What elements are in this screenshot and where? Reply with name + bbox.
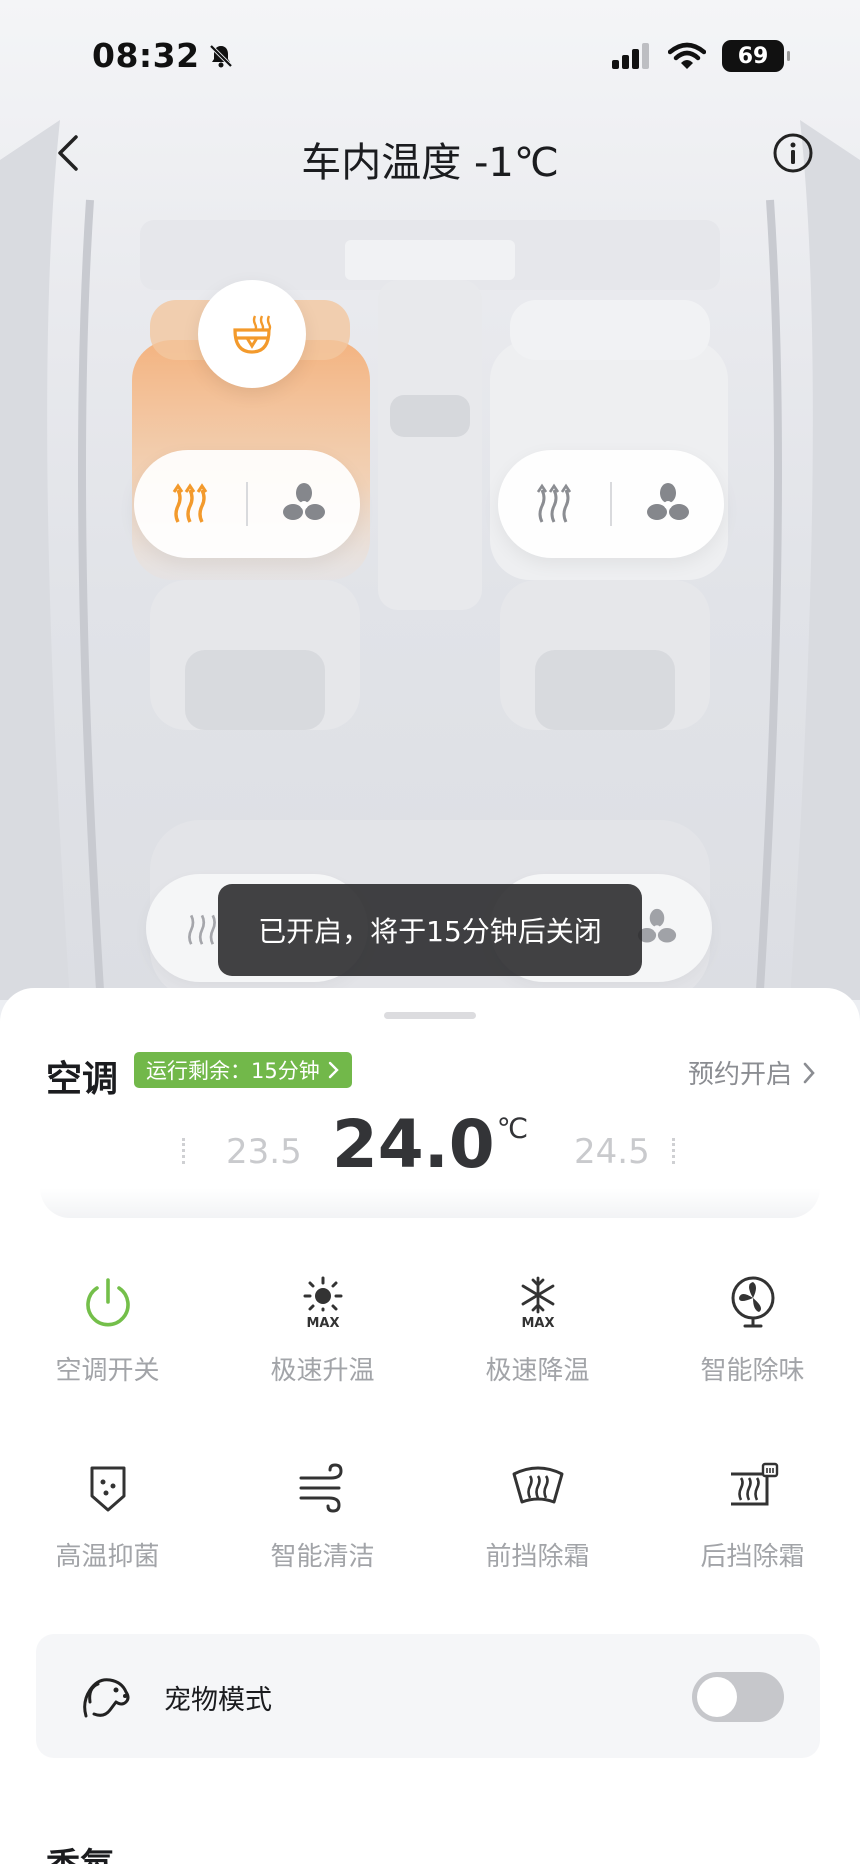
- function-label: 极速升温: [270, 1356, 375, 1386]
- toast-message: 已开启，将于15分钟后关闭: [218, 884, 642, 976]
- front-right-seat-heat-button[interactable]: [498, 450, 610, 558]
- function-label: 高温抑菌: [55, 1542, 160, 1572]
- toggle-knob: [697, 1677, 737, 1717]
- steering-wheel-heat-icon: [233, 315, 272, 354]
- chevron-right-icon: [803, 1062, 815, 1083]
- sun-max-icon: MAX: [303, 1276, 342, 1330]
- ac-section-title: 空调: [46, 1059, 119, 1100]
- info-button[interactable]: [768, 128, 818, 178]
- climate-control-sheet: 空调 运行剩余：15分钟 预约开启 23.5 24.0℃ 24.5 空调开关 M…: [0, 988, 860, 1864]
- status-indicators: 69: [612, 40, 790, 72]
- ac-power-button[interactable]: 空调开关: [0, 1268, 215, 1454]
- schedule-start-link[interactable]: 预约开启: [688, 1054, 816, 1091]
- rear-defrost-icon: [730, 1462, 778, 1506]
- snowflake-max-icon: MAX: [521, 1276, 554, 1330]
- rear-defrost-button[interactable]: 后挡除霜: [645, 1454, 860, 1640]
- sheet-drag-handle[interactable]: [384, 1012, 476, 1019]
- fragrance-section-title: 香氛: [46, 1838, 114, 1864]
- front-right-seat-controls: [498, 450, 724, 558]
- front-left-seat-vent-button[interactable]: [248, 450, 360, 558]
- front-defrost-button[interactable]: 前挡除霜: [430, 1454, 645, 1640]
- schedule-start-label: 预约开启: [687, 1060, 792, 1090]
- pet-mode-toggle[interactable]: [692, 1672, 784, 1722]
- status-bar: 08:32 69: [0, 0, 860, 110]
- front-defrost-icon: [512, 1466, 563, 1504]
- fan-circle-icon: [731, 1276, 774, 1328]
- steering-wheel-heat-button[interactable]: [198, 280, 306, 388]
- front-right-seat-vent-button[interactable]: [612, 450, 724, 558]
- run-remaining-text: 运行剩余：15分钟: [146, 1059, 320, 1083]
- info-icon: [773, 133, 813, 173]
- smart-clean-button[interactable]: 智能清洁: [215, 1454, 430, 1640]
- seat-heat-icon: [536, 483, 572, 523]
- function-label: 空调开关: [55, 1356, 160, 1386]
- front-left-seat-controls: [134, 450, 360, 558]
- temperature-unit: ℃: [496, 1112, 529, 1145]
- navigation-bar: 车内温度 -1℃: [0, 110, 860, 200]
- function-row: 高温抑菌 智能清洁 前挡除霜 后挡除霜: [0, 1454, 860, 1640]
- function-label: 极速降温: [485, 1356, 590, 1386]
- seat-ventilation-icon: [637, 908, 676, 943]
- function-label: 前挡除霜: [485, 1542, 590, 1572]
- status-time-text: 08:32: [92, 36, 200, 75]
- climate-function-grid: 空调开关 MAX 极速升温 MAX 极速降温 智能除味 高温抑菌 智能清洁 前挡…: [0, 1268, 860, 1640]
- seat-ventilation-icon: [283, 483, 325, 520]
- run-remaining-badge[interactable]: 运行剩余：15分钟: [134, 1052, 352, 1088]
- temperature-next-value[interactable]: 24.5: [574, 1132, 650, 1172]
- dog-icon: [83, 1678, 130, 1718]
- temperature-tick-right: [672, 1138, 675, 1164]
- svg-text:MAX: MAX: [521, 1316, 554, 1330]
- temperature-current: 24.0℃: [40, 1106, 820, 1183]
- bell-muted-icon: [209, 44, 232, 67]
- wifi-icon: [668, 42, 706, 69]
- high-temp-sterilize-button[interactable]: 高温抑菌: [0, 1454, 215, 1640]
- shield-dots-icon: [90, 1466, 125, 1512]
- pet-mode-label: 宠物模式: [164, 1685, 272, 1716]
- pet-mode-card: 宠物模式: [36, 1634, 820, 1758]
- seat-ventilation-icon: [647, 483, 689, 520]
- chevron-right-icon: [328, 1061, 339, 1079]
- rapid-cool-button[interactable]: MAX 极速降温: [430, 1268, 645, 1454]
- function-row: 空调开关 MAX 极速升温 MAX 极速降温 智能除味: [0, 1268, 860, 1454]
- battery-indicator: 69: [722, 40, 790, 72]
- seat-heat-icon: [187, 914, 216, 945]
- cellular-signal-icon: [612, 43, 649, 69]
- car-interior-view: 08:32 69 车内温度 -1℃ 已开启，将于15分钟后关闭: [0, 0, 860, 1000]
- seat-heat-icon: [172, 483, 208, 523]
- svg-text:MAX: MAX: [306, 1316, 339, 1330]
- function-label: 智能清洁: [270, 1542, 375, 1572]
- power-icon: [85, 1278, 130, 1327]
- temperature-picker[interactable]: 23.5 24.0℃ 24.5: [40, 1098, 820, 1218]
- rapid-heat-button[interactable]: MAX 极速升温: [215, 1268, 430, 1454]
- wind-icon: [299, 1463, 343, 1513]
- temperature-current-value: 24.0: [331, 1106, 495, 1183]
- page-title: 车内温度 -1℃: [301, 140, 559, 186]
- status-time: 08:32: [92, 36, 234, 75]
- function-label: 智能除味: [700, 1356, 805, 1386]
- front-left-seat-heat-button[interactable]: [134, 450, 246, 558]
- function-label: 后挡除霜: [700, 1542, 805, 1572]
- temperature-picker-shadow: [40, 1188, 820, 1218]
- smart-deodorize-button[interactable]: 智能除味: [645, 1268, 860, 1454]
